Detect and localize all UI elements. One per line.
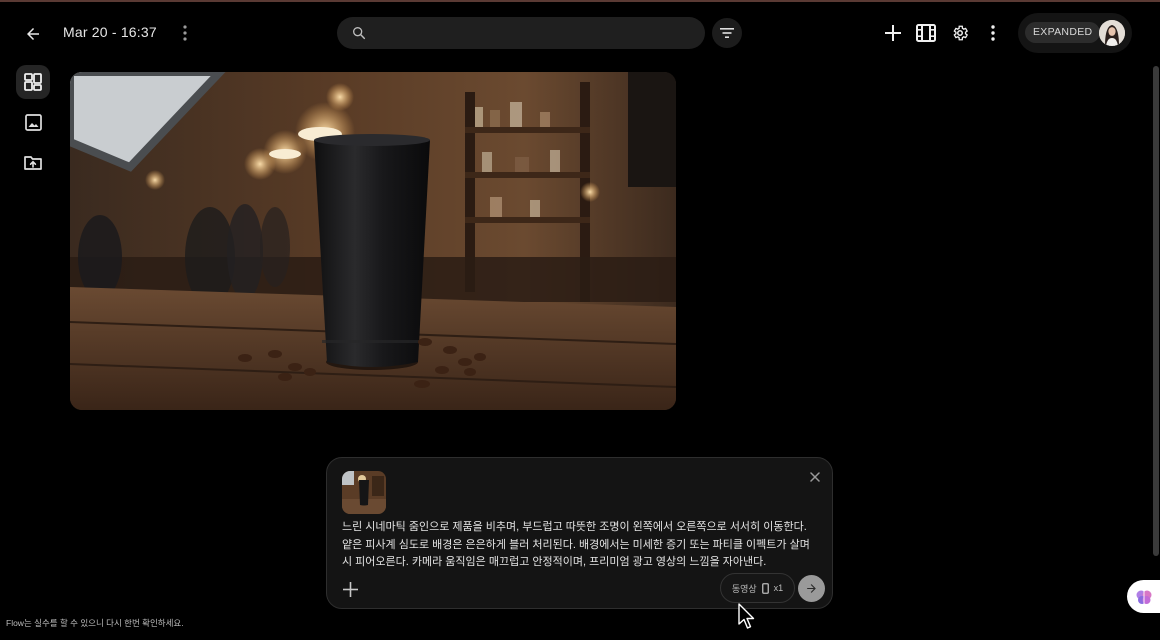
search-icon: [353, 26, 366, 40]
upload-folder-icon: [24, 156, 42, 170]
sidebar-item-images[interactable]: [16, 105, 50, 139]
settings-icon: [953, 25, 969, 41]
sidebar-item-upload[interactable]: [16, 146, 50, 180]
more-vert-icon: [183, 25, 187, 41]
close-button[interactable]: [806, 468, 824, 486]
output-count: x1: [773, 583, 784, 593]
page-scrollbar[interactable]: [1153, 66, 1159, 556]
settings-button[interactable]: [948, 21, 972, 45]
close-icon: [810, 472, 820, 482]
arrow-left-icon: [27, 28, 39, 40]
add-icon: [342, 581, 358, 597]
filter-list-icon: [720, 28, 734, 38]
mode-badge: EXPANDED: [1025, 22, 1101, 43]
image-icon: [24, 113, 42, 131]
mouse-cursor-icon: [738, 603, 755, 629]
film-icon: [916, 24, 936, 42]
disclaimer-text: Flow는 실수를 할 수 있으니 다시 한번 확인하세요.: [6, 618, 184, 628]
title-menu-button[interactable]: [175, 22, 195, 44]
avatar[interactable]: [1099, 20, 1125, 46]
brain-icon: [1136, 590, 1151, 604]
profile-menu[interactable]: EXPANDED: [1018, 13, 1132, 53]
page-title: Mar 20 - 16:37: [63, 24, 157, 40]
scenebuilder-button[interactable]: [914, 21, 938, 45]
more-options-button[interactable]: [983, 22, 1003, 44]
mode-label: 동영상: [731, 583, 757, 594]
reference-image-thumbnail[interactable]: [342, 471, 386, 514]
add-icon: [885, 25, 901, 41]
generation-settings-chip[interactable]: 동영상 x1: [720, 573, 795, 603]
window-top-border: [0, 0, 1160, 2]
portrait-aspect-icon: [761, 582, 769, 594]
assistant-extension-button[interactable]: [1127, 580, 1160, 613]
sidebar-item-grid[interactable]: [16, 65, 50, 99]
add-button[interactable]: [882, 22, 904, 44]
add-media-button[interactable]: [339, 578, 361, 600]
arrow-right-icon: [807, 584, 816, 593]
search-bar[interactable]: [337, 17, 705, 49]
back-button[interactable]: [21, 22, 45, 46]
more-vert-icon: [991, 25, 995, 41]
send-button[interactable]: [798, 575, 825, 602]
search-input[interactable]: [377, 17, 687, 49]
prompt-composer: 느린 시네마틱 줌인으로 제품을 비추며, 부드럽고 따뜻한 조명이 왼쪽에서 …: [326, 457, 833, 609]
prompt-text[interactable]: 느린 시네마틱 줌인으로 제품을 비추며, 부드럽고 따뜻한 조명이 왼쪽에서 …: [342, 519, 812, 572]
filter-button[interactable]: [712, 18, 742, 48]
grid-view-icon: [24, 73, 42, 91]
generated-image[interactable]: [70, 72, 676, 410]
